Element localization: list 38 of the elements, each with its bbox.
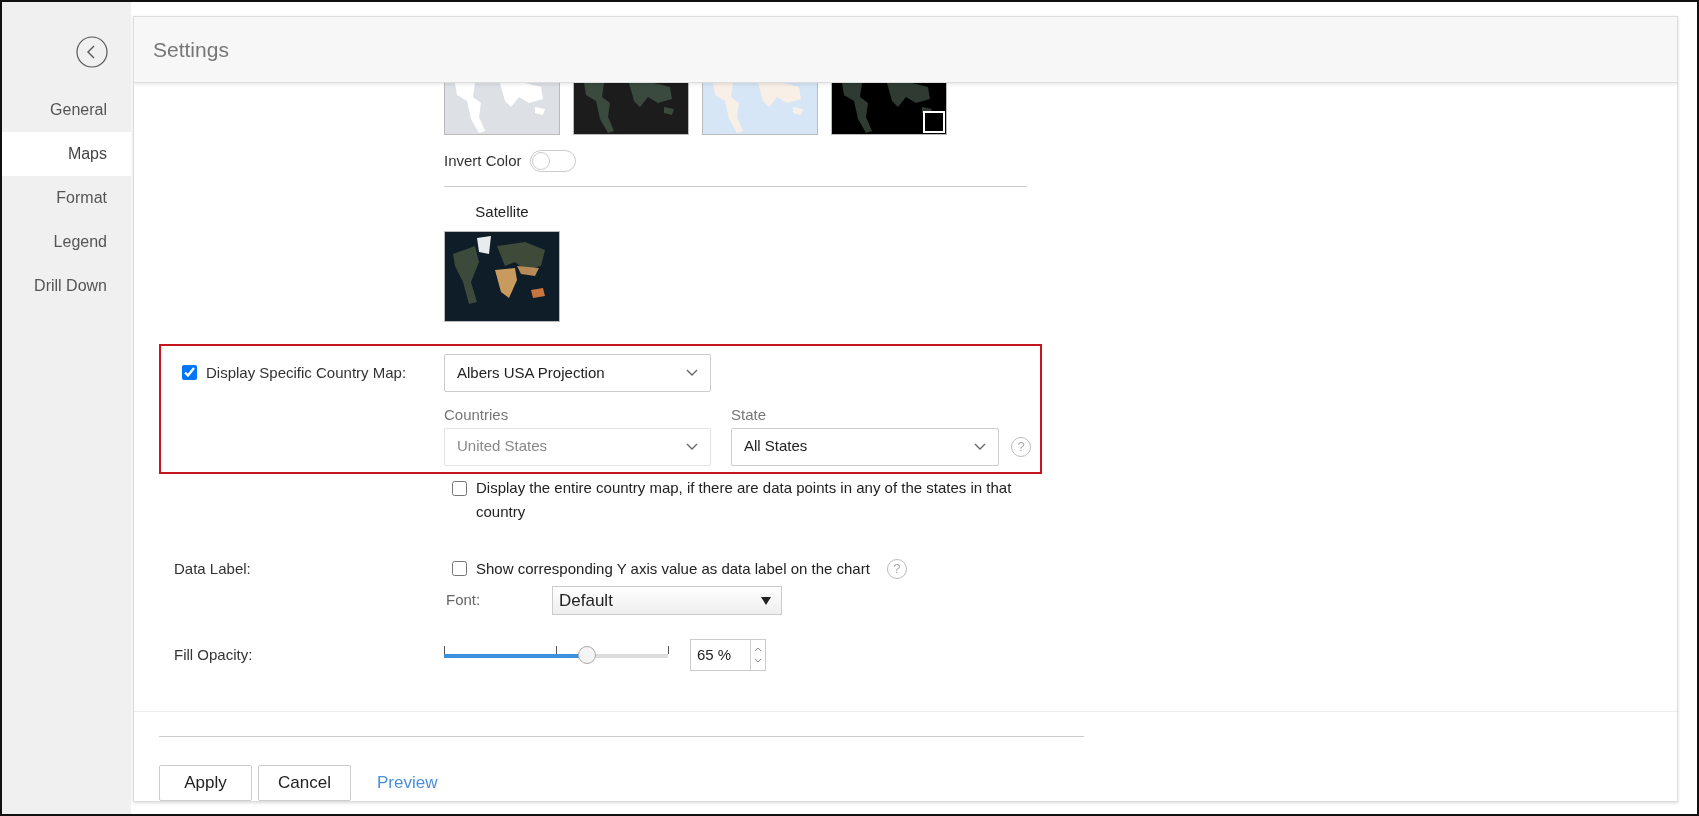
- sidebar-item[interactable]: Legend: [2, 220, 131, 264]
- row-label: Data Label:: [174, 559, 251, 577]
- projection-dropdown[interactable]: Albers USA Projection: [444, 354, 711, 392]
- cancel-button[interactable]: Cancel: [258, 765, 351, 801]
- sidebar-item[interactable]: General: [2, 88, 131, 132]
- map-thumbnail[interactable]: [831, 83, 947, 135]
- checkbox-label: Show corresponding Y axis value as data label on the chart: [476, 558, 870, 579]
- checkbox-label: Display the entire country map, if there are data points in any of the states in that country: [476, 477, 1013, 522]
- field-label: Font:: [445, 590, 482, 611]
- chevron-down-icon: [686, 369, 698, 377]
- thumbnail-caption: Satellite: [474, 201, 530, 222]
- row-label: Fill Opacity:: [174, 645, 253, 663]
- map-thumbnail[interactable]: [573, 83, 689, 135]
- map-thumbnail[interactable]: [444, 83, 560, 135]
- caret-icon: [761, 596, 771, 605]
- checkbox[interactable]: [452, 561, 467, 577]
- chevron-down-icon: [686, 442, 698, 451]
- panel-title: Settings: [153, 36, 229, 63]
- satellite-thumbnail[interactable]: [444, 231, 560, 322]
- map-thumbnail[interactable]: [702, 83, 818, 135]
- sidebar-item[interactable]: Format: [2, 176, 131, 220]
- field-label: Countries: [444, 405, 510, 425]
- checkbox[interactable]: [452, 480, 467, 496]
- opacity-slider[interactable]: [444, 644, 668, 666]
- apply-button[interactable]: Apply: [159, 765, 252, 801]
- back-icon[interactable]: [76, 36, 108, 68]
- sidebar-item[interactable]: Drill Down: [2, 264, 131, 308]
- font-dropdown[interactable]: Default: [552, 586, 782, 615]
- sidebar-item[interactable]: Maps: [2, 132, 131, 176]
- checkbox-label: Display Specific Country Map:: [206, 363, 407, 383]
- field-label: State: [731, 405, 768, 425]
- state-dropdown[interactable]: All States: [731, 427, 999, 466]
- checkbox[interactable]: [182, 365, 197, 380]
- countries-dropdown: United States: [444, 427, 711, 466]
- toggle-switch[interactable]: [529, 150, 576, 173]
- chevron-down-icon: [974, 442, 986, 451]
- opacity-spinner[interactable]: 65 %: [690, 639, 766, 671]
- toggle-label: Invert Color: [444, 151, 522, 171]
